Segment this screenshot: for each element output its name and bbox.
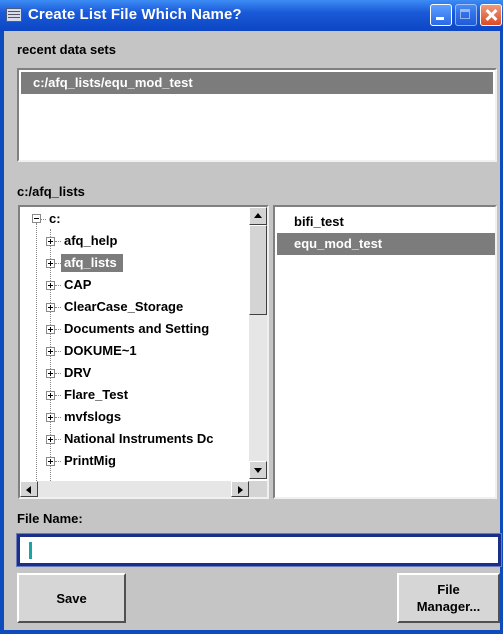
scrollbar-corner xyxy=(249,481,267,497)
file-list[interactable]: bifi_test equ_mod_test xyxy=(273,205,497,499)
file-manager-label-line2: Manager... xyxy=(416,599,481,614)
title-bar[interactable]: Create List File Which Name? xyxy=(0,0,503,31)
tree-item-national-instruments[interactable]: National Instruments Dc xyxy=(64,430,214,448)
tree-item-drv[interactable]: DRV xyxy=(64,364,91,382)
tree-item-clearcase-storage[interactable]: ClearCase_Storage xyxy=(64,298,183,316)
arrow-down-icon xyxy=(254,468,262,473)
tree-item-mvfslogs[interactable]: mvfslogs xyxy=(64,408,121,426)
window-title: Create List File Which Name? xyxy=(28,6,242,23)
expand-icon[interactable] xyxy=(46,347,55,356)
collapse-icon[interactable] xyxy=(32,214,41,223)
expand-icon[interactable] xyxy=(46,391,55,400)
expand-icon[interactable] xyxy=(46,325,55,334)
arrow-up-icon xyxy=(254,213,262,218)
expand-icon[interactable] xyxy=(46,237,55,246)
current-directory-label: c:/afq_lists xyxy=(17,184,85,199)
expand-icon[interactable] xyxy=(46,435,55,444)
scroll-right-button[interactable] xyxy=(231,481,249,497)
file-name-input[interactable] xyxy=(16,533,502,567)
recent-data-sets-label: recent data sets xyxy=(17,42,116,57)
minimize-button[interactable] xyxy=(430,4,452,26)
tree-item-afq-help[interactable]: afq_help xyxy=(64,232,117,250)
expand-icon[interactable] xyxy=(46,259,55,268)
file-item-equ-mod-test[interactable]: equ_mod_test xyxy=(277,233,495,255)
save-button[interactable]: Save xyxy=(17,573,126,623)
file-name-label: File Name: xyxy=(17,511,83,526)
expand-icon[interactable] xyxy=(46,281,55,290)
file-item-bifi-test[interactable]: bifi_test xyxy=(277,211,495,233)
tree-item-printmig[interactable]: PrintMig xyxy=(64,452,116,470)
file-manager-label-line1: File xyxy=(437,582,460,597)
directory-tree[interactable]: c: afq_help afq_lists CAP ClearCase_Stor… xyxy=(18,205,269,499)
tree-root-drive[interactable]: c: xyxy=(49,210,61,228)
scroll-thumb[interactable] xyxy=(249,225,267,315)
file-manager-button[interactable]: File Manager... xyxy=(397,573,500,623)
maximize-button[interactable] xyxy=(455,4,477,26)
tree-item-flare-test[interactable]: Flare_Test xyxy=(64,386,128,404)
tree-item-cap[interactable]: CAP xyxy=(64,276,91,294)
expand-icon[interactable] xyxy=(46,369,55,378)
text-cursor xyxy=(29,542,32,559)
close-button[interactable] xyxy=(480,4,502,26)
tree-item-dokume[interactable]: DOKUME~1 xyxy=(64,342,137,360)
scroll-down-button[interactable] xyxy=(249,461,267,479)
tree-item-documents-and-settings[interactable]: Documents and Setting xyxy=(64,320,209,338)
list-file-icon xyxy=(6,8,22,22)
tree-item-afq-lists[interactable]: afq_lists xyxy=(61,254,123,272)
scroll-left-button[interactable] xyxy=(20,481,38,497)
tree-horizontal-scrollbar[interactable] xyxy=(20,481,249,497)
expand-icon[interactable] xyxy=(46,457,55,466)
expand-icon[interactable] xyxy=(46,303,55,312)
scroll-up-button[interactable] xyxy=(249,207,267,225)
expand-icon[interactable] xyxy=(46,413,55,422)
recent-data-sets-list[interactable]: c:/afq_lists/equ_mod_test xyxy=(17,68,497,162)
arrow-left-icon xyxy=(26,486,31,494)
save-button-label: Save xyxy=(56,590,87,606)
recent-item[interactable]: c:/afq_lists/equ_mod_test xyxy=(21,72,493,94)
arrow-right-icon xyxy=(238,486,243,494)
